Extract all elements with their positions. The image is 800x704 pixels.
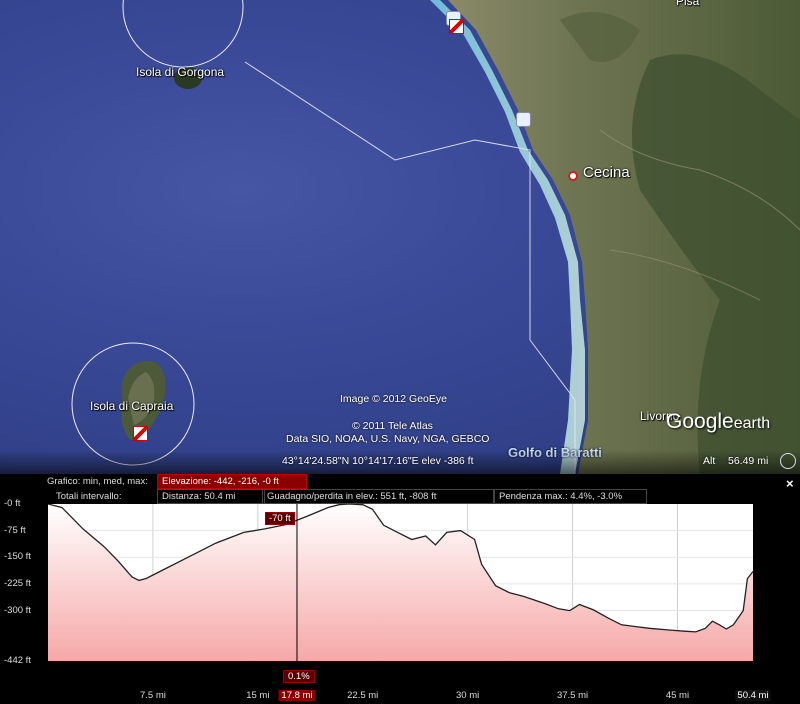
- y-tick-label: -75 ft: [4, 524, 26, 536]
- cursor-elevation-value: -70 ft: [264, 512, 295, 525]
- label-capraia[interactable]: Isola di Capraia: [90, 399, 173, 413]
- x-tick-label: 15 mi: [246, 690, 270, 701]
- elevation-profile-panel[interactable]: Grafico: min, med, max: Elevazione: -442…: [0, 474, 800, 704]
- x-tick-label: 50.4 mi: [735, 690, 771, 701]
- y-tick-label: -442 ft: [4, 655, 31, 666]
- elevation-gain-stat: Guadagno/perdita in elev.: 551 ft, -808 …: [262, 489, 494, 504]
- distance-stat: Distanza: 50.4 mi: [157, 489, 265, 504]
- city-dot-cecina[interactable]: [568, 171, 578, 181]
- graph-summary-label: Grafico: min, med, max:: [47, 476, 148, 487]
- placemark-icon[interactable]: [133, 426, 148, 441]
- y-tick-label: -300 ft: [4, 604, 31, 616]
- altitude-label: Alt: [703, 455, 716, 467]
- y-tick-label: -225 ft: [4, 577, 31, 589]
- elevation-chart[interactable]: [48, 504, 753, 661]
- overview-map-icon[interactable]: [780, 453, 796, 469]
- x-tick-label: 22.5 mi: [347, 690, 379, 701]
- data-credit: Data SIO, NOAA, U.S. Navy, NGA, GEBCO: [286, 433, 490, 445]
- google-earth-logo: Googleearth: [666, 410, 770, 434]
- x-tick-label: 45 mi: [665, 690, 690, 701]
- elevation-stat: Elevazione: -442, -216, -0 ft: [157, 474, 307, 489]
- y-tick-label: -150 ft: [4, 551, 31, 563]
- x-tick-label: 17.8 mi: [278, 690, 316, 701]
- stats-row-1: Grafico: min, med, max: Elevazione: -442…: [0, 474, 800, 489]
- earth-logo-text: earth: [733, 415, 771, 432]
- cursor-slope-percent: 0.1%: [282, 670, 315, 683]
- label-pisa[interactable]: Pisa: [676, 0, 699, 8]
- close-button[interactable]: ×: [786, 476, 794, 491]
- totals-label: Totali intervallo:: [56, 491, 122, 502]
- stats-row-2: Totali intervallo: Distanza: 50.4 mi Gua…: [0, 489, 800, 504]
- x-tick-label: 7.5 mi: [139, 690, 166, 701]
- imagery-credit: Image © 2012 GeoEye: [340, 393, 447, 405]
- tele-atlas-credit: © 2011 Tele Atlas: [352, 420, 433, 432]
- google-logo-text: Google: [666, 410, 734, 433]
- x-tick-label: 30 mi: [456, 690, 480, 701]
- label-cecina[interactable]: Cecina: [583, 164, 630, 181]
- x-tick-label: 37.5 mi: [556, 690, 589, 701]
- max-slope-stat: Pendenza max.: 4.4%, -3.0%: [494, 489, 647, 504]
- altitude-value: 56.49 mi: [728, 455, 769, 467]
- label-gorgona[interactable]: Isola di Gorgona: [136, 65, 224, 79]
- y-tick-label: -0 ft: [4, 498, 21, 509]
- pointer-coordinates: 43°14'24.58"N 10°14'17.16"E elev -386 ft: [282, 455, 474, 467]
- placemark-icon[interactable]: [516, 112, 531, 127]
- map-view[interactable]: Isola di Gorgona Isola di Capraia Cecina…: [0, 0, 800, 474]
- placemark-icon[interactable]: [449, 19, 464, 34]
